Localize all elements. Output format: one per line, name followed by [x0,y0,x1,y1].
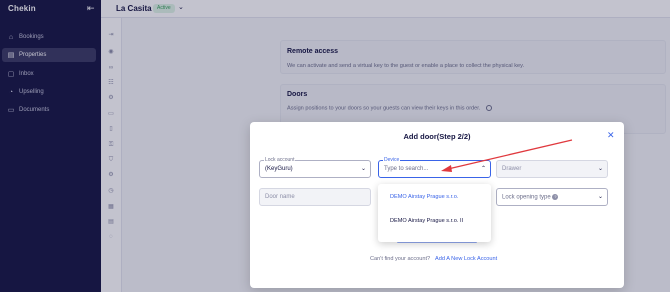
lock-opening-type-label: Lock opening type ? [502,194,559,201]
lock-account-select[interactable]: Lock account (KeyGuru) ⌄ [259,157,371,178]
drawer-value: Drawer [502,166,522,172]
help-icon[interactable]: ? [552,194,559,200]
device-option[interactable]: DEMO Airstay Prague s.r.o. [390,194,458,200]
chevron-down-icon: ⌄ [597,194,603,200]
chevron-up-icon: ⌃ [480,166,486,172]
drawer-select[interactable]: Drawer ⌄ [496,160,608,178]
cant-find-account-text: Can't find your account? [370,256,431,262]
chevron-down-icon: ⌄ [597,166,603,172]
device-search-input[interactable]: Type to search... [384,166,428,172]
add-lock-account-link[interactable]: Add A New Lock Account [435,256,497,262]
lock-opening-type-text: Lock opening type [502,194,551,201]
device-option[interactable]: DEMO Airstay Prague s.r.o. II [390,218,463,224]
device-search-select[interactable]: Device Type to search... ⌃ [378,157,491,178]
close-icon[interactable]: ✕ [607,130,615,141]
modal-title: Add door(Step 2/2) [403,132,471,141]
door-name-placeholder: Door name [265,194,295,200]
door-name-input[interactable]: Door name [259,188,371,206]
device-label: Device [383,157,401,164]
lock-account-value: (KeyGuru) [265,166,293,172]
device-dropdown: DEMO Airstay Prague s.r.o. DEMO Airstay … [378,184,491,242]
lock-opening-type-select[interactable]: Lock opening type ? ⌄ [496,188,608,206]
lock-account-label: Lock account [264,157,296,164]
chevron-down-icon: ⌄ [360,166,366,172]
